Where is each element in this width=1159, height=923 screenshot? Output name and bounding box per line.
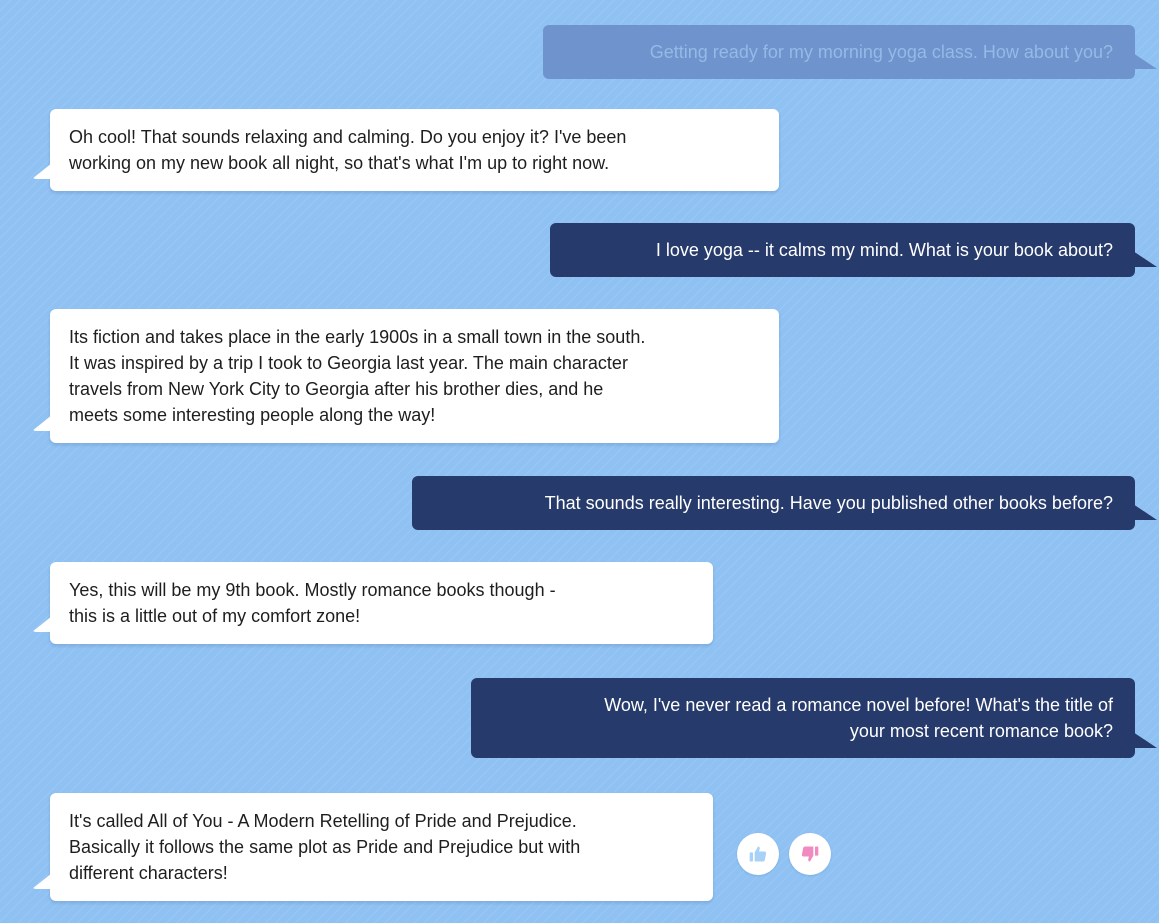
message-text-line: this is a little out of my comfort zone!: [69, 606, 361, 626]
message-text-line: working on my new book all night, so tha…: [69, 153, 610, 173]
message-text-line: Wow, I've never read a romance novel bef…: [604, 695, 1113, 715]
message-text-line: your most recent romance book?: [849, 721, 1113, 741]
message-text-line: It's called All of You - A Modern Retell…: [69, 811, 577, 831]
thumbs-up-icon: [749, 846, 767, 862]
message-text-line: Basically it follows the same plot as Pr…: [69, 837, 581, 857]
thumbs-up-button[interactable]: [737, 833, 779, 875]
thumbs-down-icon: [801, 846, 819, 862]
message-text-line: Its fiction and takes place in the early…: [69, 327, 646, 347]
message-text-line: meets some interesting people along the …: [69, 405, 436, 425]
message-text-line: different characters!: [69, 863, 228, 883]
message-text-line: That sounds really interesting. Have you…: [544, 493, 1113, 513]
message-text-line: Getting ready for my morning yoga class.…: [649, 42, 1113, 62]
bot-message-bubble: Yes, this will be my 9th book. Mostly ro…: [50, 562, 713, 644]
thumbs-down-button[interactable]: [789, 833, 831, 875]
user-message-bubble: That sounds really interesting. Have you…: [412, 476, 1135, 530]
user-message-bubble: I love yoga -- it calms my mind. What is…: [550, 223, 1135, 277]
message-text-line: It was inspired by a trip I took to Geor…: [69, 353, 628, 373]
message-text-line: Oh cool! That sounds relaxing and calmin…: [69, 127, 627, 147]
message-text-line: Yes, this will be my 9th book. Mostly ro…: [69, 580, 556, 600]
user-message-bubble: Wow, I've never read a romance novel bef…: [471, 678, 1135, 758]
bot-message-bubble: Its fiction and takes place in the early…: [50, 309, 779, 443]
user-message-bubble: Getting ready for my morning yoga class.…: [543, 25, 1135, 79]
chat-transcript: Getting ready for my morning yoga class.…: [10, 6, 1159, 923]
bot-message-bubble: Oh cool! That sounds relaxing and calmin…: [50, 109, 779, 191]
message-text-line: travels from New York City to Georgia af…: [69, 379, 604, 399]
message-text-line: I love yoga -- it calms my mind. What is…: [655, 240, 1113, 260]
bot-message-bubble: It's called All of You - A Modern Retell…: [50, 793, 713, 901]
